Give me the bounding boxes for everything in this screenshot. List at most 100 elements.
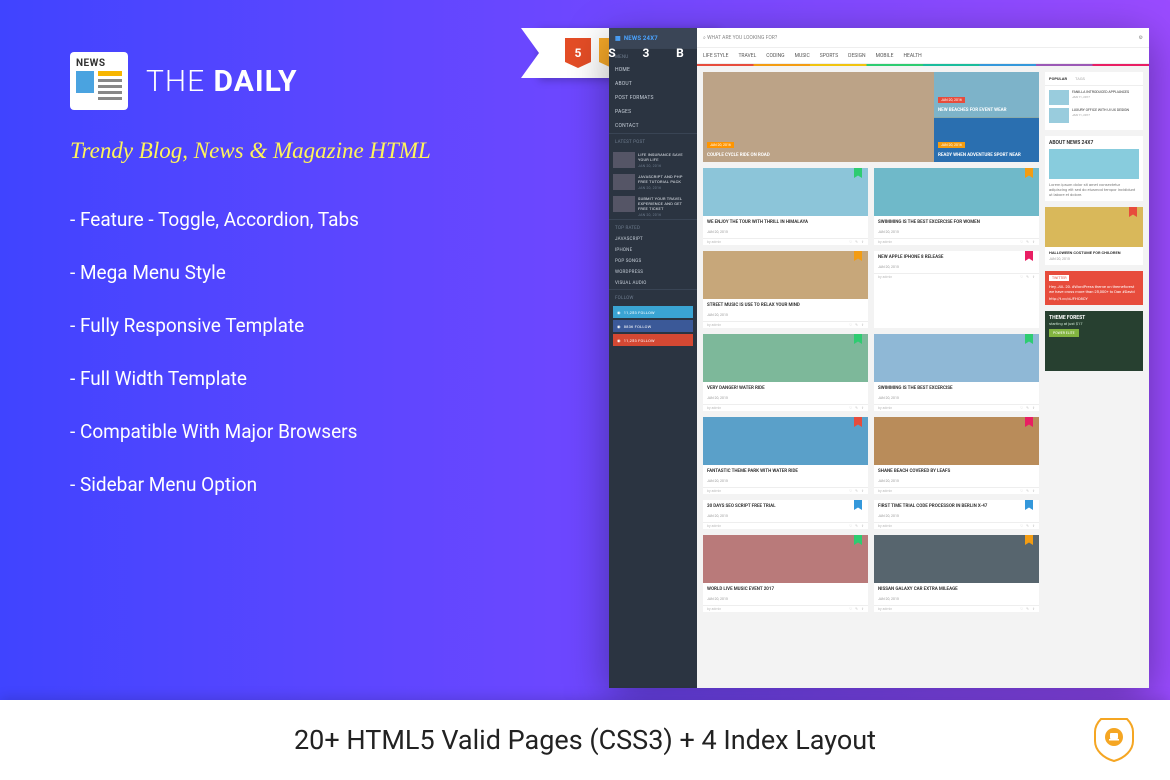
twitter-widget: TWITTER Hey, JUL 20. #WordPress theme on…	[1045, 271, 1143, 305]
comment-icon[interactable]: ✎	[855, 607, 858, 611]
mock-latest-post[interactable]: SUBMIT YOUR TRAVEL EXPERIENCE AND GET FR…	[609, 192, 697, 219]
mock-tags-heading: TOP RATED	[609, 219, 697, 234]
heart-icon[interactable]: ♡	[849, 323, 852, 327]
share-icon[interactable]: ⇪	[861, 607, 864, 611]
heart-icon[interactable]: ♡	[1020, 489, 1023, 493]
comment-icon[interactable]: ✎	[1026, 489, 1029, 493]
tags-tab[interactable]: TAGS	[1075, 76, 1085, 81]
mock-article-card[interactable]: NEW APPLE IPHONE 8 RELEASEJAN 20, 2015by…	[874, 251, 1039, 328]
mock-tag-link[interactable]: JAVASCRIPT	[609, 234, 697, 245]
feature-item: - Fully Responsive Template	[70, 314, 569, 337]
mock-search-input[interactable]: WHAT ARE YOU LOOKING FOR?	[707, 35, 1138, 41]
hero-slider[interactable]: JAN 20, 2016 COUPLE CYCLE RIDE ON ROAD J…	[703, 72, 1039, 162]
comment-icon[interactable]: ✎	[1026, 524, 1029, 528]
mock-popular-item[interactable]: FANILLA INTRODUCED APPLIANCESJAN 11, 201…	[1049, 90, 1139, 105]
mock-article-card[interactable]: SWIMMING IS THE BEST EXCERCISE FOR WOMEN…	[874, 168, 1039, 245]
comment-icon[interactable]: ✎	[855, 489, 858, 493]
comment-icon[interactable]: ✎	[1026, 275, 1029, 279]
comment-icon[interactable]: ✎	[855, 240, 858, 244]
mock-article-card[interactable]: NISSAN GALAXY CAR EXTRA MILEAGEJAN 20, 2…	[874, 535, 1039, 612]
share-icon[interactable]: ⇪	[861, 406, 864, 410]
comment-icon[interactable]: ✎	[855, 323, 858, 327]
mock-article-card[interactable]: WE ENJOY THE TOUR WITH THRILL IN HIMALAY…	[703, 168, 868, 245]
mock-category-tab[interactable]: HEALTH	[903, 53, 921, 59]
share-icon[interactable]: ⇪	[1032, 607, 1035, 611]
heart-icon[interactable]: ♡	[849, 489, 852, 493]
heart-icon[interactable]: ♡	[1020, 607, 1023, 611]
comment-icon[interactable]: ✎	[1026, 607, 1029, 611]
heart-icon[interactable]: ♡	[1020, 524, 1023, 528]
mock-social-follow[interactable]: ◉8836 FOLLOW	[613, 320, 693, 332]
mock-article-card[interactable]: FANTASTIC THEME PARK WITH WATER RIDEJAN …	[703, 417, 868, 494]
share-icon[interactable]: ⇪	[1032, 489, 1035, 493]
template-screenshot: ▦ NEWS 24X7 MENU HOMEABOUTPOST FORMATSPA…	[609, 28, 1149, 688]
hero-date-tag: JAN 20, 2016	[707, 142, 734, 148]
comment-icon[interactable]: ✎	[855, 406, 858, 410]
mock-popular-item[interactable]: LUXURY OFFICE WITH UI UX DESIGNJAN 11, 2…	[1049, 108, 1139, 123]
mock-nav-link[interactable]: POST FORMATS	[609, 91, 697, 105]
mock-article-card[interactable]: VERY DANGER! WATER RIDEJAN 20, 2015by ad…	[703, 334, 868, 411]
spotlight-card[interactable]: HALLOWEEN COSTUME FOR CHILDREN JAN 20, 2…	[1045, 207, 1143, 265]
mock-tag-link[interactable]: WORDPRESS	[609, 267, 697, 278]
news-logo-icon: NEWS	[70, 52, 128, 110]
mock-category-tab[interactable]: TRAVEL	[738, 53, 756, 59]
mock-tag-link[interactable]: VISUAL AUDIO	[609, 278, 697, 289]
mock-tag-link[interactable]: IPHONE	[609, 245, 697, 256]
mock-nav-link[interactable]: CONTACT	[609, 119, 697, 133]
heart-icon[interactable]: ♡	[1020, 406, 1023, 410]
comment-icon[interactable]: ✎	[855, 524, 858, 528]
hero-side-title: READY WHEN ADVENTURE SPORT NEAR	[938, 153, 1021, 158]
mock-social-follow[interactable]: ◉11,253 FOLLOW	[613, 306, 693, 318]
mock-article-card[interactable]: 30 DAYS SEO SCRIPT FREE TRIALJAN 20, 201…	[703, 500, 868, 529]
feature-item: - Mega Menu Style	[70, 261, 569, 284]
mock-tag-link[interactable]: POP SONGS	[609, 256, 697, 267]
heart-icon[interactable]: ♡	[849, 406, 852, 410]
mock-category-tab[interactable]: SPORTS	[820, 53, 838, 59]
share-icon[interactable]: ⇪	[1032, 406, 1035, 410]
share-icon[interactable]: ⇪	[861, 524, 864, 528]
mock-logo[interactable]: ▦ NEWS 24X7	[609, 28, 697, 48]
hero-side-title: NEW BEACHES FOR EVENT WEAR	[938, 108, 1007, 113]
mock-nav-link[interactable]: HOME	[609, 63, 697, 77]
mock-category-tab[interactable]: DESIGN	[848, 53, 865, 59]
about-widget: ABOUT NEWS 24X7 Lorem ipsum dolor sit am…	[1045, 136, 1143, 201]
product-title: THE DAILY	[146, 64, 298, 99]
mock-category-tab[interactable]: MUSIC	[795, 53, 810, 59]
mock-category-tab[interactable]: LIFE STYLE	[703, 53, 728, 59]
share-icon[interactable]: ⇪	[861, 489, 864, 493]
mock-article-card[interactable]: STREET MUSIC IS USE TO RELAX YOUR MINDJA…	[703, 251, 868, 328]
mock-follow-heading: FOLLOW	[609, 289, 697, 304]
heart-icon[interactable]: ♡	[1020, 240, 1023, 244]
heart-icon[interactable]: ♡	[849, 607, 852, 611]
mock-latest-post[interactable]: LIFE INSURANCE SAVE YOUR LIFEJAN 20, 201…	[609, 148, 697, 170]
feature-item: - Compatible With Major Browsers	[70, 420, 569, 443]
comment-icon[interactable]: ✎	[1026, 406, 1029, 410]
mock-article-card[interactable]: SHANE BEACH COVERED BY LEAFSJAN 20, 2015…	[874, 417, 1039, 494]
mock-latest-post[interactable]: JAVASCRIPT AND PHP FREE TUTORIAL PACKJAN…	[609, 170, 697, 192]
share-icon[interactable]: ⇪	[1032, 240, 1035, 244]
mock-article-card[interactable]: FIRST TIME TRIAL CODE PROCESSOR IN BERLI…	[874, 500, 1039, 529]
mock-category-tab[interactable]: MOBILE	[876, 53, 894, 59]
feature-item: - Feature - Toggle, Accordion, Tabs	[70, 208, 569, 231]
mock-social-follow[interactable]: ◉11,253 FOLLOW	[613, 334, 693, 346]
share-icon[interactable]: ⇪	[861, 240, 864, 244]
mock-nav-link[interactable]: PAGES	[609, 105, 697, 119]
search-icon[interactable]: ⌕	[703, 35, 706, 41]
mock-nav-link[interactable]: ABOUT	[609, 77, 697, 91]
mock-article-card[interactable]: WORLD LIVE MUSIC EVENT 2017JAN 20, 2015b…	[703, 535, 868, 612]
heart-icon[interactable]: ♡	[849, 524, 852, 528]
mock-article-card[interactable]: SWIMMING IS THE BEST EXCERCISEJAN 20, 20…	[874, 334, 1039, 411]
share-icon[interactable]: ⇪	[1032, 275, 1035, 279]
comment-icon[interactable]: ✎	[1026, 240, 1029, 244]
mock-category-tab[interactable]: CODING	[766, 53, 784, 59]
hero-date-tag: JAN 20, 2016	[938, 142, 965, 148]
share-icon[interactable]: ⇪	[1032, 524, 1035, 528]
heart-icon[interactable]: ♡	[1020, 275, 1023, 279]
product-tagline: Trendy Blog, News & Magazine HTML	[70, 138, 569, 164]
gear-icon[interactable]: ⚙	[1139, 35, 1143, 41]
popular-widget: POPULAR TAGS FANILLA INTRODUCED APPLIANC…	[1045, 72, 1143, 130]
share-icon[interactable]: ⇪	[861, 323, 864, 327]
forest-ad[interactable]: THEME FOREST starting at just $17 POWER …	[1045, 311, 1143, 371]
popular-tab[interactable]: POPULAR	[1049, 76, 1067, 81]
heart-icon[interactable]: ♡	[849, 240, 852, 244]
